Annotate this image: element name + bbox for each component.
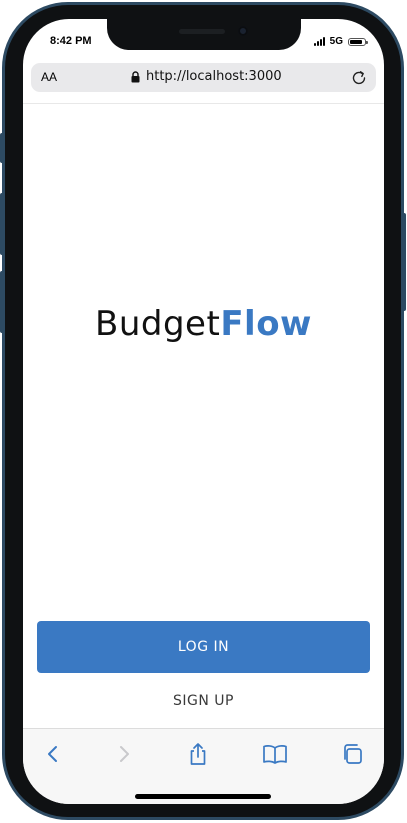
share-button[interactable] bbox=[185, 741, 211, 767]
front-camera bbox=[238, 26, 248, 36]
volume-up-button bbox=[0, 193, 4, 255]
back-button[interactable] bbox=[40, 741, 66, 767]
phone-screen: 8:42 PM 5G AA http://localhost:3000 Budg… bbox=[23, 19, 384, 804]
address-bar[interactable]: AA http://localhost:3000 bbox=[31, 63, 376, 92]
login-button[interactable]: LOG IN bbox=[37, 621, 370, 673]
status-indicators: 5G bbox=[313, 36, 368, 47]
battery-icon bbox=[348, 37, 368, 46]
reload-icon[interactable] bbox=[350, 69, 368, 87]
url-text: http://localhost:3000 bbox=[146, 69, 282, 84]
speaker-grille bbox=[179, 29, 225, 34]
browser-toolbar bbox=[23, 728, 384, 804]
address-bar-divider bbox=[23, 103, 384, 104]
tabs-icon bbox=[344, 744, 362, 764]
app-logo: BudgetFlow bbox=[23, 304, 384, 344]
silent-switch bbox=[0, 133, 4, 163]
url-display[interactable]: http://localhost:3000 bbox=[131, 69, 282, 84]
power-button bbox=[402, 213, 406, 311]
share-icon bbox=[190, 743, 206, 765]
back-icon bbox=[48, 746, 57, 762]
status-time: 8:42 PM bbox=[50, 35, 92, 47]
signup-link[interactable]: SIGN UP bbox=[23, 693, 384, 709]
forward-icon bbox=[120, 746, 129, 762]
logo-text-flow: Flow bbox=[220, 304, 312, 344]
battery-level bbox=[350, 39, 362, 44]
signal-icon bbox=[313, 37, 325, 46]
notch bbox=[107, 19, 301, 50]
home-indicator[interactable] bbox=[135, 794, 271, 799]
bookmarks-icon bbox=[263, 745, 287, 764]
bookmarks-button[interactable] bbox=[262, 741, 288, 767]
reader-mode-button[interactable]: AA bbox=[41, 70, 57, 84]
logo-text-budget: Budget bbox=[95, 304, 221, 344]
lock-icon bbox=[131, 70, 140, 82]
tabs-button[interactable] bbox=[339, 741, 365, 767]
forward-button[interactable] bbox=[111, 741, 137, 767]
volume-down-button bbox=[0, 271, 4, 333]
network-type: 5G bbox=[329, 36, 343, 47]
